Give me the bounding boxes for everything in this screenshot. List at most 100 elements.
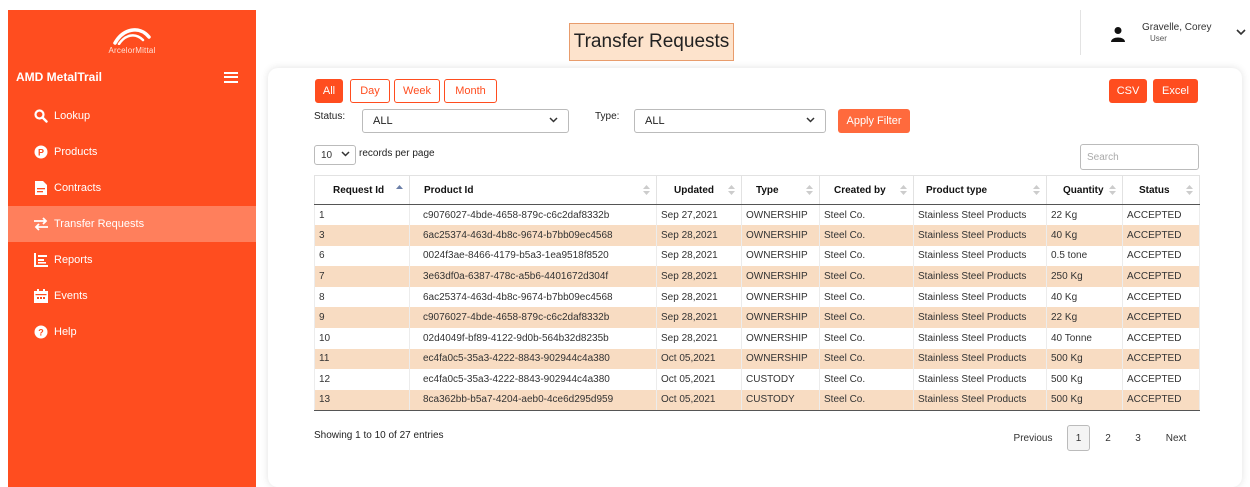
- cell-product-type: Stainless Steel Products: [913, 369, 1047, 390]
- period-week-button[interactable]: Week: [394, 79, 440, 103]
- cell-status: ACCEPTED: [1122, 204, 1200, 226]
- table-header-row: Request Id Product Id Updated Type Creat…: [314, 175, 1200, 205]
- sort-icon: [1186, 185, 1193, 198]
- table-row[interactable]: 12 ec4fa0c5-35a3-4222-8843-902944c4a380 Oc…: [314, 369, 1200, 390]
- column-header-status[interactable]: Status: [1122, 175, 1200, 205]
- page-button-3[interactable]: 3: [1130, 425, 1146, 451]
- cell-type: OWNERSHIP: [741, 225, 820, 246]
- column-header-product-type[interactable]: Product type: [913, 175, 1047, 205]
- sort-icon: [900, 185, 907, 198]
- apply-filter-button[interactable]: Apply Filter: [838, 109, 910, 133]
- column-header-created-by[interactable]: Created by: [819, 175, 914, 205]
- cell-status: ACCEPTED: [1122, 348, 1200, 370]
- cell-type: OWNERSHIP: [741, 348, 820, 370]
- cell-product-id: c9076027-4bde-4658-879c-c6c2daf8332b: [409, 307, 657, 329]
- cell-product-type: Stainless Steel Products: [913, 286, 1047, 308]
- records-per-page-select[interactable]: 10: [314, 145, 356, 165]
- column-header-type[interactable]: Type: [741, 175, 820, 205]
- cell-updated: Sep 28,2021: [656, 328, 742, 349]
- contracts-icon: [32, 179, 50, 197]
- cell-quantity: 0.5 tone: [1046, 245, 1123, 267]
- sidebar-item-contracts[interactable]: Contracts: [8, 170, 256, 206]
- cell-status: ACCEPTED: [1122, 225, 1200, 246]
- sidebar: ArcelorMittal AMD MetalTrail Lookup P Pr…: [8, 10, 256, 487]
- sort-ascending-icon: [396, 185, 403, 198]
- column-header-quantity[interactable]: Quantity: [1046, 175, 1123, 205]
- cell-status: ACCEPTED: [1122, 369, 1200, 390]
- next-page-button[interactable]: Next: [1160, 425, 1192, 451]
- cell-product-type: Stainless Steel Products: [913, 266, 1047, 287]
- sidebar-item-events[interactable]: Events: [8, 278, 256, 314]
- sidebar-item-label: Help: [54, 326, 77, 338]
- period-month-button[interactable]: Month: [444, 79, 497, 103]
- help-icon: ?: [32, 323, 50, 341]
- sidebar-item-transfer-requests[interactable]: Transfer Requests: [8, 206, 256, 242]
- table-row[interactable]: 1 c9076027-4bde-4658-879c-c6c2daf8332b Sep…: [314, 204, 1200, 226]
- chevron-down-icon: [341, 151, 350, 157]
- sidebar-item-lookup[interactable]: Lookup: [8, 98, 256, 134]
- user-menu[interactable]: Gravelle, Corey User: [1110, 22, 1211, 44]
- sidebar-item-products[interactable]: P Products: [8, 134, 256, 170]
- table-row[interactable]: 8 6ac25374-463d-4b8c-9674-b7bb09ec4568 Sep…: [314, 286, 1200, 308]
- cell-quantity: 22 Kg: [1046, 307, 1123, 329]
- cell-request-id: 10: [314, 328, 410, 349]
- cell-updated: Oct 05,2021: [656, 369, 742, 390]
- cell-status: ACCEPTED: [1122, 266, 1200, 287]
- status-select[interactable]: ALL: [362, 109, 569, 133]
- cell-product-id: c9076027-4bde-4658-879c-c6c2daf8332b: [409, 204, 657, 226]
- cell-product-type: Stainless Steel Products: [913, 307, 1047, 329]
- cell-product-type: Stainless Steel Products: [913, 328, 1047, 349]
- table-row[interactable]: 3 6ac25374-463d-4b8c-9674-b7bb09ec4568 Sep…: [314, 225, 1200, 246]
- cell-product-id: ec4fa0c5-35a3-4222-8843-902944c4a380: [409, 369, 657, 390]
- cell-quantity: 250 Kg: [1046, 266, 1123, 287]
- status-select-value: ALL: [373, 115, 393, 127]
- table-row[interactable]: 7 3e63df0a-6387-478c-a5b6-4401672d304f Sep…: [314, 266, 1200, 287]
- table-row[interactable]: 13 8ca362bb-b5a7-4204-aeb0-4ce6d295d959 Oc…: [314, 389, 1200, 411]
- table-row[interactable]: 10 02d4049f-bf89-4122-9d0b-564b32d8235b Se…: [314, 328, 1200, 349]
- cell-type: OWNERSHIP: [741, 204, 820, 226]
- cell-status: ACCEPTED: [1122, 245, 1200, 267]
- sidebar-item-reports[interactable]: Reports: [8, 242, 256, 278]
- column-header-request-id[interactable]: Request Id: [314, 175, 410, 205]
- cell-request-id: 9: [314, 307, 410, 329]
- cell-updated: Oct 05,2021: [656, 348, 742, 370]
- products-icon: P: [32, 143, 50, 161]
- user-name: Gravelle, Corey: [1142, 22, 1212, 33]
- cell-product-type: Stainless Steel Products: [913, 204, 1047, 226]
- cell-created-by: Steel Co.: [819, 266, 914, 287]
- page-button-1[interactable]: 1: [1067, 425, 1090, 451]
- period-all-button[interactable]: All: [315, 79, 343, 103]
- cell-status: ACCEPTED: [1122, 307, 1200, 329]
- table-row[interactable]: 11 ec4fa0c5-35a3-4222-8843-902944c4a380 Oc…: [314, 348, 1200, 370]
- menu-toggle-icon[interactable]: [224, 71, 238, 83]
- cell-type: OWNERSHIP: [741, 328, 820, 349]
- cell-type: OWNERSHIP: [741, 286, 820, 308]
- search-input[interactable]: [1080, 144, 1199, 170]
- cell-product-id: 0024f3ae-8466-4179-b5a3-1ea9518f8520: [409, 245, 657, 267]
- cell-updated: Sep 27,2021: [656, 204, 742, 226]
- table-row[interactable]: 9 c9076027-4bde-4658-879c-c6c2daf8332b Sep…: [314, 307, 1200, 329]
- cell-request-id: 6: [314, 245, 410, 267]
- table-row[interactable]: 6 0024f3ae-8466-4179-b5a3-1ea9518f8520 Sep…: [314, 245, 1200, 267]
- cell-product-id: 6ac25374-463d-4b8c-9674-b7bb09ec4568: [409, 286, 657, 308]
- period-day-button[interactable]: Day: [350, 79, 390, 103]
- csv-export-button[interactable]: CSV: [1109, 79, 1147, 103]
- logo-text: ArcelorMittal: [108, 46, 156, 55]
- page-title: Transfer Requests: [569, 23, 734, 61]
- page-button-2[interactable]: 2: [1100, 425, 1116, 451]
- company-logo[interactable]: ArcelorMittal: [8, 10, 256, 62]
- cell-status: ACCEPTED: [1122, 328, 1200, 349]
- excel-export-button[interactable]: Excel: [1153, 79, 1198, 103]
- cell-updated: Sep 28,2021: [656, 245, 742, 267]
- previous-page-button[interactable]: Previous: [1010, 425, 1056, 451]
- cell-product-type: Stainless Steel Products: [913, 245, 1047, 267]
- column-header-product-id[interactable]: Product Id: [409, 175, 657, 205]
- type-select[interactable]: ALL: [634, 109, 826, 133]
- column-header-updated[interactable]: Updated: [656, 175, 742, 205]
- sidebar-item-help[interactable]: ? Help: [8, 314, 256, 350]
- cell-quantity: 22 Kg: [1046, 204, 1123, 226]
- sidebar-item-label: Contracts: [54, 182, 102, 194]
- cell-status: ACCEPTED: [1122, 286, 1200, 308]
- column-header-label: Product type: [926, 184, 988, 196]
- chevron-down-icon[interactable]: [1236, 29, 1246, 36]
